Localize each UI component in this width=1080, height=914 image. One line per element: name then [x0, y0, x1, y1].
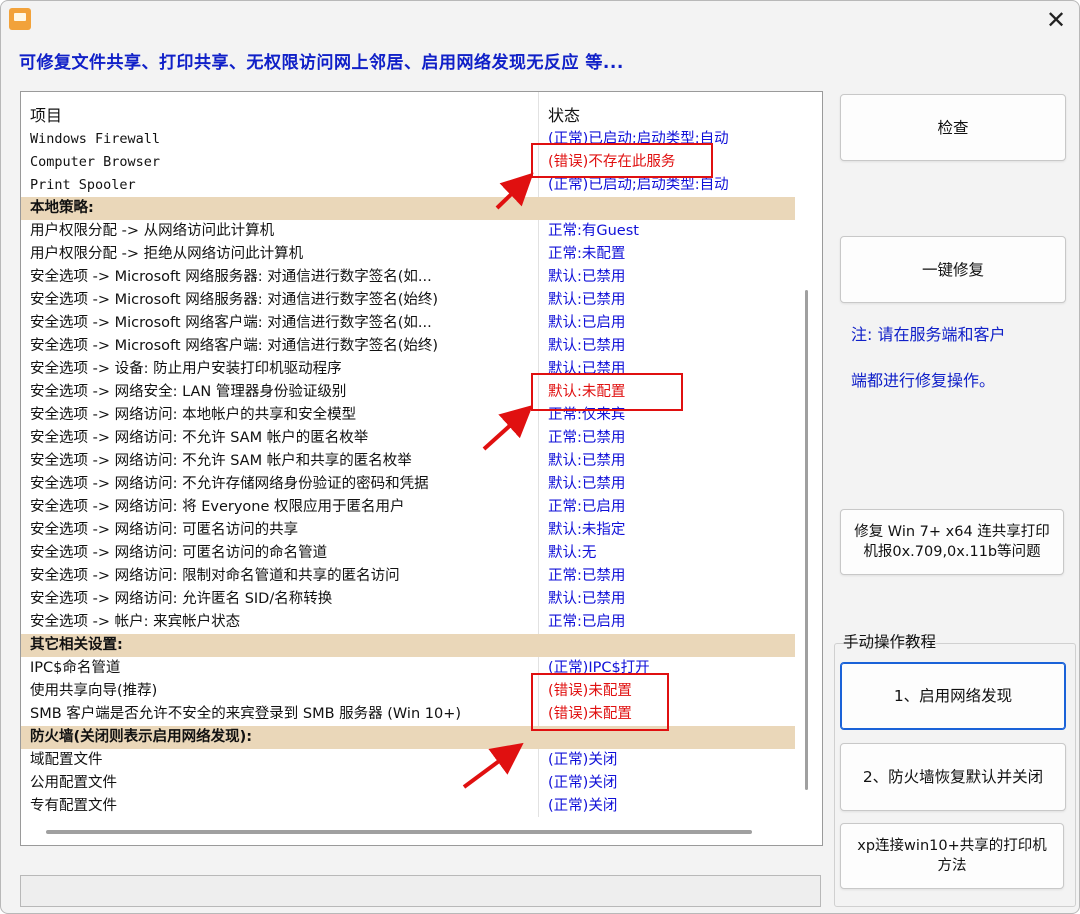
table-row[interactable]: 用户权限分配 -> 从网络访问此计算机 正常:有Guest [21, 220, 795, 243]
table-row[interactable]: 专有配置文件 (正常)关闭 [21, 795, 795, 818]
table-row[interactable]: 安全选项 -> 网络访问: 不允许存储网络身份验证的密码和凭据 默认:已禁用 [21, 473, 795, 496]
row-status-value: 正常:未配置 [548, 246, 626, 262]
row-item-label: 安全选项 -> 网络访问: 本地帐户的共享和安全模型 [30, 407, 357, 423]
row-item-label: 本地策略: [30, 200, 94, 216]
row-item-label: Print Spooler [30, 177, 136, 193]
row-status-value: 默认:已禁用 [548, 292, 626, 308]
highlight-box [531, 373, 683, 411]
row-item-label: 安全选项 -> 网络访问: 限制对命名管道和共享的匿名访问 [30, 568, 400, 584]
list-rows: Windows Firewall (正常)已启动;启动类型:自动 Computer … [21, 128, 795, 818]
row-item-label: 安全选项 -> 网络安全: LAN 管理器身份验证级别 [30, 384, 347, 400]
row-status-value: 默认:已禁用 [548, 453, 626, 469]
table-row[interactable]: 安全选项 -> 网络访问: 可匿名访问的命名管道 默认:无 [21, 542, 795, 565]
row-status-value: 默认:无 [548, 545, 597, 561]
row-item-label: 安全选项 -> 网络访问: 不允许存储网络身份验证的密码和凭据 [30, 476, 429, 492]
status-bar [20, 875, 821, 907]
fix-printer-share-button[interactable]: 修复 Win 7+ x64 连共享打印机报0x.709,0x.11b等问题 [840, 509, 1064, 575]
highlight-box [531, 143, 713, 178]
row-item-label: 防火墙(关闭则表示启用网络发现): [30, 729, 253, 745]
horizontal-scrollbar[interactable] [46, 830, 752, 834]
row-status-value: 正常:已禁用 [548, 430, 626, 446]
row-item-label: 公用配置文件 [30, 775, 117, 791]
firewall-reset-button[interactable]: 2、防火墙恢复默认并关闭 [840, 743, 1066, 811]
row-status-value: (正常)关闭 [548, 798, 618, 814]
list-header: 项目 状态 [21, 92, 795, 128]
manual-tutorial-label: 手动操作教程 [843, 633, 937, 651]
close-icon[interactable]: ✕ [1039, 3, 1073, 37]
row-status-value: 正常:已禁用 [548, 568, 626, 584]
row-status-value: 默认:已启用 [548, 315, 626, 331]
row-item-label: Windows Firewall [30, 131, 161, 147]
row-status-value: 默认:已禁用 [548, 269, 626, 285]
table-row[interactable]: 安全选项 -> Microsoft 网络客户端: 对通信进行数字签名(如... 默… [21, 312, 795, 335]
main-window: ✕ 可修复文件共享、打印共享、无权限访问网上邻居、启用网络发现无反应 等... … [0, 0, 1080, 914]
section-header-row[interactable]: 本地策略: [21, 197, 795, 220]
row-item-label: 安全选项 -> 网络访问: 将 Everyone 权限应用于匿名用户 [30, 499, 405, 515]
table-row[interactable]: 安全选项 -> 网络访问: 限制对命名管道和共享的匿名访问 正常:已禁用 [21, 565, 795, 588]
table-row[interactable]: 域配置文件 (正常)关闭 [21, 749, 795, 772]
banner-text: 可修复文件共享、打印共享、无权限访问网上邻居、启用网络发现无反应 等... [19, 53, 624, 73]
row-item-label: 安全选项 -> Microsoft 网络客户端: 对通信进行数字签名(始终) [30, 338, 439, 354]
row-item-label: 用户权限分配 -> 拒绝从网络访问此计算机 [30, 246, 304, 262]
row-status-value: 正常:已启用 [548, 614, 626, 630]
column-header-status[interactable]: 状态 [548, 102, 580, 126]
one-click-fix-button[interactable]: 一键修复 [840, 236, 1066, 303]
table-row[interactable]: 安全选项 -> Microsoft 网络客户端: 对通信进行数字签名(始终) 默认… [21, 335, 795, 358]
vertical-scrollbar[interactable] [805, 290, 808, 790]
row-status-value: 正常:已启用 [548, 499, 626, 515]
column-header-item[interactable]: 项目 [30, 102, 62, 126]
note-line-2: 端都进行修复操作。 [851, 371, 996, 390]
row-item-label: Computer Browser [30, 154, 161, 170]
row-item-label: 安全选项 -> 网络访问: 不允许 SAM 帐户和共享的匿名枚举 [30, 453, 412, 469]
row-item-label: 专有配置文件 [30, 798, 117, 814]
enable-network-discovery-button[interactable]: 1、启用网络发现 [840, 662, 1066, 730]
status-list[interactable]: 项目 状态 Windows Firewall (正常)已启动;启动类型:自动 Com… [20, 91, 823, 846]
note-line-1: 注: 请在服务端和客户 [851, 325, 1006, 344]
row-status-value: (正常)关闭 [548, 752, 618, 768]
table-row[interactable]: 公用配置文件 (正常)关闭 [21, 772, 795, 795]
table-row[interactable]: 安全选项 -> 网络访问: 允许匿名 SID/名称转换 默认:已禁用 [21, 588, 795, 611]
table-row[interactable]: 安全选项 -> 网络访问: 将 Everyone 权限应用于匿名用户 正常:已启用 [21, 496, 795, 519]
row-item-label: 用户权限分配 -> 从网络访问此计算机 [30, 223, 275, 239]
row-item-label: 安全选项 -> 帐户: 来宾帐户状态 [30, 614, 241, 630]
xp-connect-printer-button[interactable]: xp连接win10+共享的打印机方法 [840, 823, 1064, 889]
row-status-value: 默认:已禁用 [548, 338, 626, 354]
table-row[interactable]: SMB 客户端是否允许不安全的来宾登录到 SMB 服务器 (Win 10+) (错… [21, 703, 795, 726]
row-item-label: IPC$命名管道 [30, 660, 121, 676]
row-item-label: 安全选项 -> 网络访问: 不允许 SAM 帐户的匿名枚举 [30, 430, 369, 446]
highlight-box [531, 673, 669, 731]
row-item-label: 安全选项 -> Microsoft 网络服务器: 对通信进行数字签名(始终) [30, 292, 439, 308]
table-row[interactable]: 安全选项 -> Microsoft 网络服务器: 对通信进行数字签名(如... 默… [21, 266, 795, 289]
row-status-value: 正常:有Guest [548, 223, 639, 239]
row-item-label: 其它相关设置: [30, 637, 123, 653]
row-item-label: 安全选项 -> 网络访问: 允许匿名 SID/名称转换 [30, 591, 333, 607]
app-icon [9, 8, 31, 30]
table-row[interactable]: IPC$命名管道 (正常)IPC$打开 [21, 657, 795, 680]
row-item-label: 安全选项 -> 网络访问: 可匿名访问的命名管道 [30, 545, 328, 561]
check-button[interactable]: 检查 [840, 94, 1066, 161]
table-row[interactable]: 安全选项 -> Microsoft 网络服务器: 对通信进行数字签名(始终) 默认… [21, 289, 795, 312]
section-header-row[interactable]: 其它相关设置: [21, 634, 795, 657]
row-item-label: 使用共享向导(推荐) [30, 683, 158, 699]
table-row[interactable]: 安全选项 -> 网络访问: 不允许 SAM 帐户的匿名枚举 正常:已禁用 [21, 427, 795, 450]
row-status-value: (正常)关闭 [548, 775, 618, 791]
table-row[interactable]: 安全选项 -> 帐户: 来宾帐户状态 正常:已启用 [21, 611, 795, 634]
row-item-label: 安全选项 -> Microsoft 网络服务器: 对通信进行数字签名(如... [30, 269, 432, 285]
table-row[interactable]: 用户权限分配 -> 拒绝从网络访问此计算机 正常:未配置 [21, 243, 795, 266]
row-item-label: 安全选项 -> 设备: 防止用户安装打印机驱动程序 [30, 361, 342, 377]
row-item-label: 安全选项 -> 网络访问: 可匿名访问的共享 [30, 522, 299, 538]
table-row[interactable]: 安全选项 -> 网络访问: 不允许 SAM 帐户和共享的匿名枚举 默认:已禁用 [21, 450, 795, 473]
row-item-label: 域配置文件 [30, 752, 103, 768]
row-status-value: 默认:未指定 [548, 522, 626, 538]
row-status-value: 默认:已禁用 [548, 476, 626, 492]
row-status-value: 默认:已禁用 [548, 591, 626, 607]
row-item-label: SMB 客户端是否允许不安全的来宾登录到 SMB 服务器 (Win 10+) [30, 706, 462, 722]
table-row[interactable]: 使用共享向导(推荐) (错误)未配置 [21, 680, 795, 703]
table-row[interactable]: 安全选项 -> 网络访问: 可匿名访问的共享 默认:未指定 [21, 519, 795, 542]
row-item-label: 安全选项 -> Microsoft 网络客户端: 对通信进行数字签名(如... [30, 315, 432, 331]
section-header-row[interactable]: 防火墙(关闭则表示启用网络发现): [21, 726, 795, 749]
